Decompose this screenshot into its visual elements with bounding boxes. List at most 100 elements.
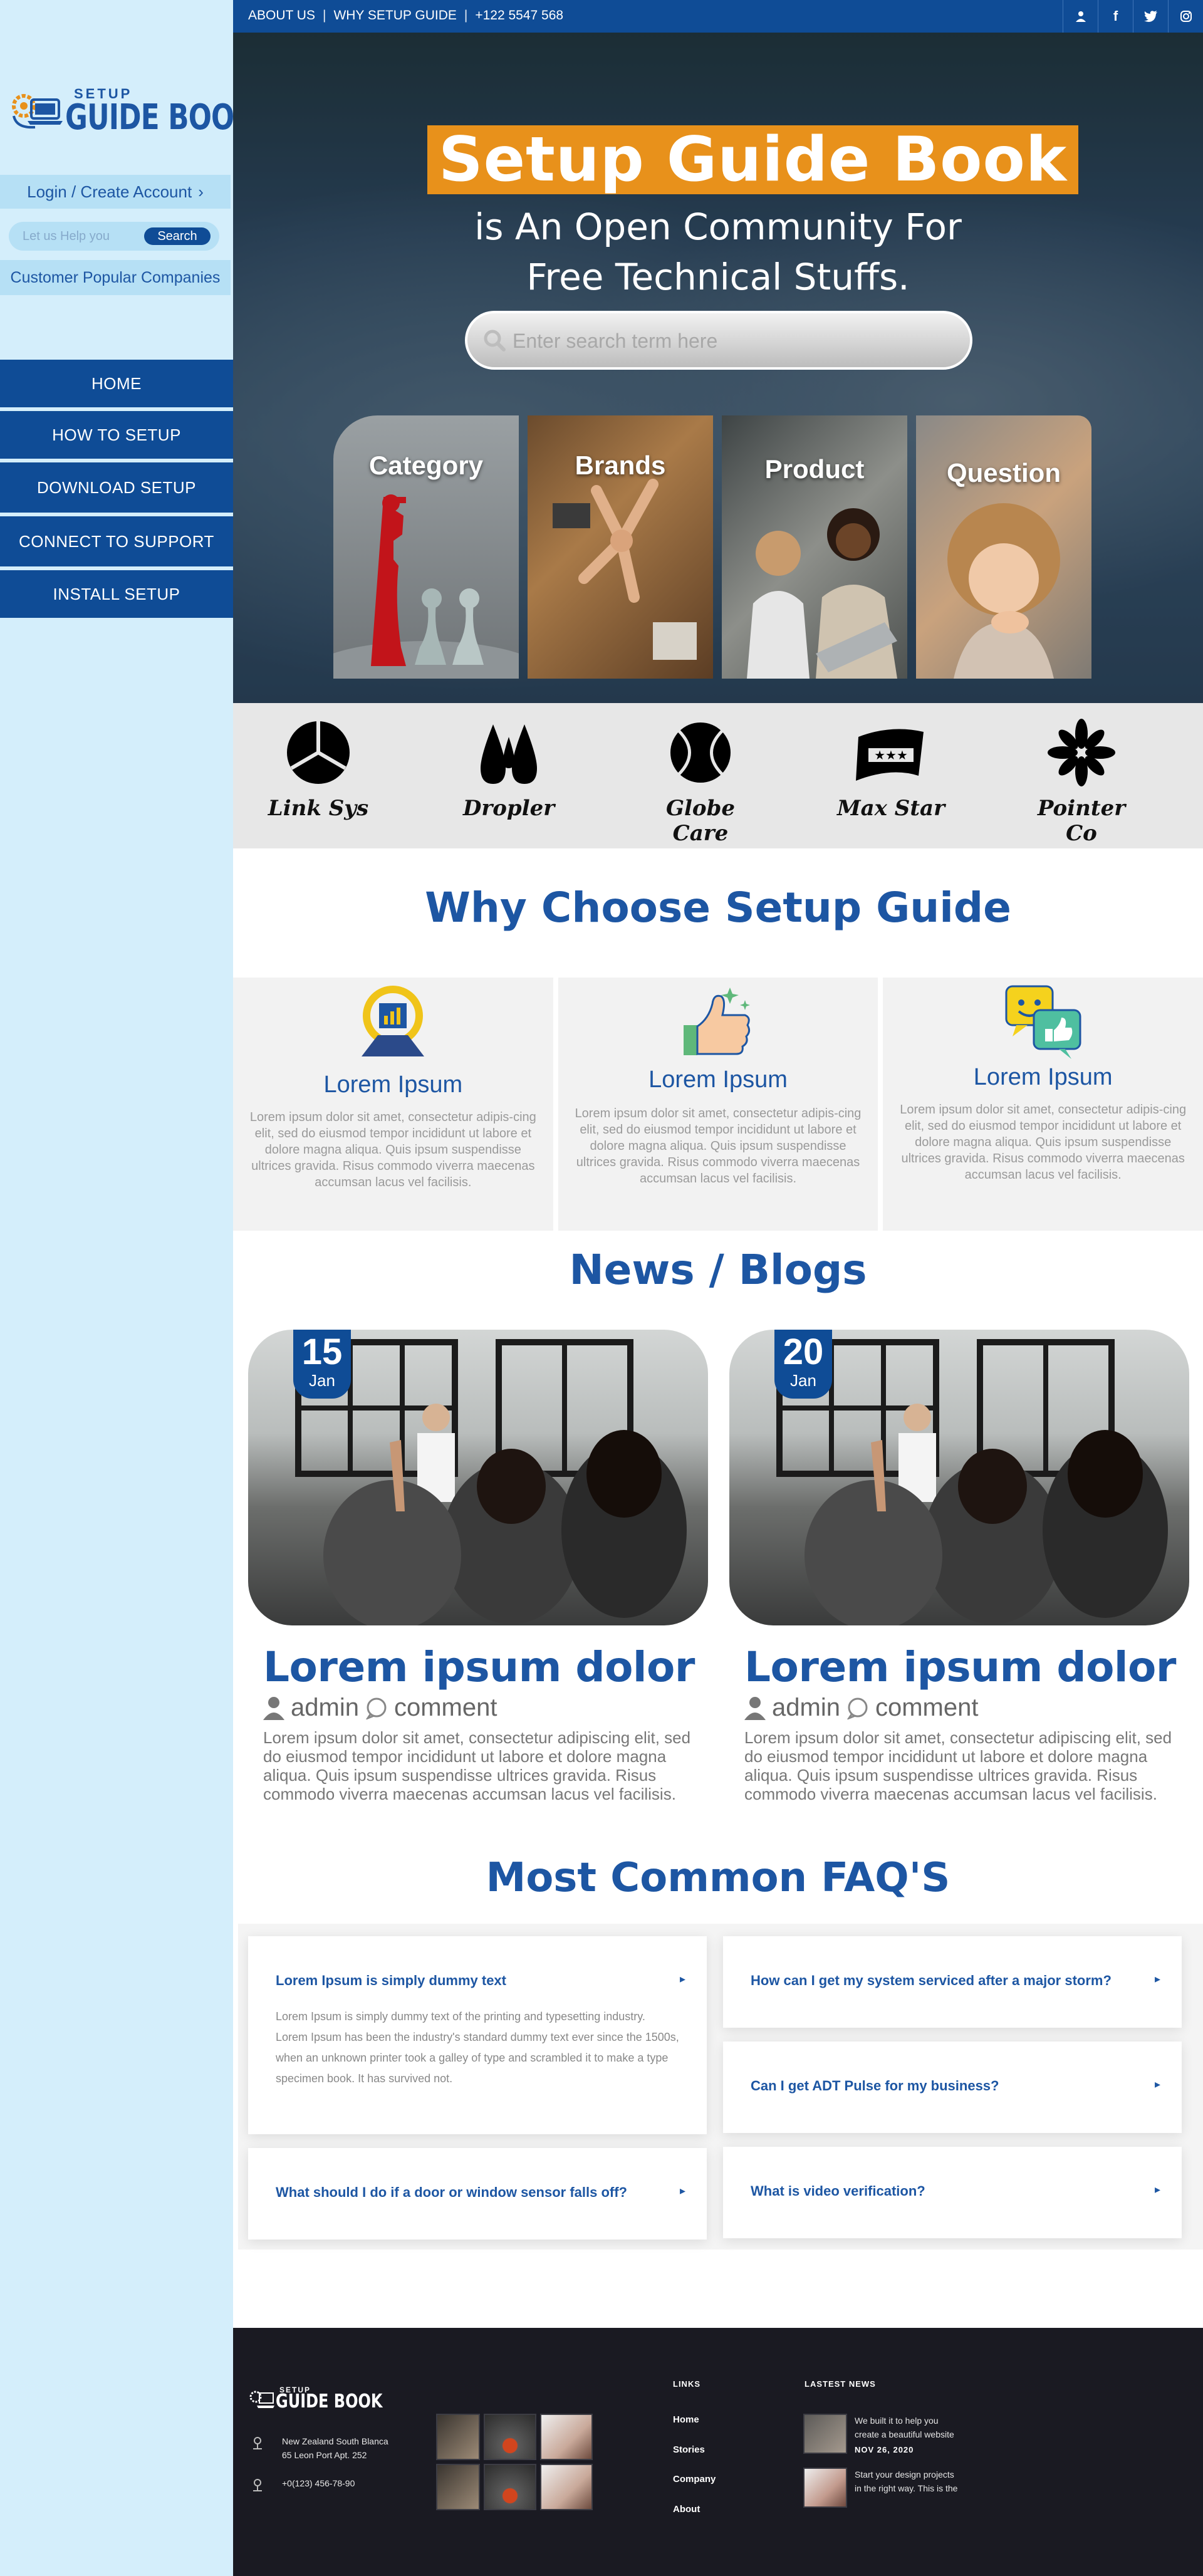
news-thumb[interactable] [803, 2468, 847, 2508]
footer-logo[interactable]: SETUP GUIDE BOOK [248, 2386, 382, 2414]
footer-logo-big: GUIDE BOOK [276, 2391, 383, 2412]
logo[interactable]: SETUP GUIDE BOOK [10, 78, 255, 141]
sidebar-search: Search [9, 222, 219, 251]
gallery-thumb[interactable] [540, 2414, 593, 2460]
hands-teamwork-image [553, 479, 697, 660]
map-pin-icon [253, 2437, 262, 2449]
caret-right-icon[interactable]: ▸ [680, 1973, 685, 1986]
news-line-2: create a beautiful website [855, 2429, 954, 2439]
chart-coin-icon [362, 986, 425, 1056]
user-icon[interactable] [1063, 0, 1098, 33]
instagram-icon[interactable] [1168, 0, 1203, 33]
feature-text: Lorem ipsum dolor sit amet, consectetur … [249, 1110, 536, 1189]
blog-post-image[interactable]: 20 Jan [729, 1330, 1189, 1625]
brand-link-sys[interactable]: Link Sys [256, 718, 381, 821]
product-card[interactable]: Product [722, 415, 907, 679]
feature-text: Lorem ipsum dolor sit amet, consectetur … [575, 1107, 862, 1186]
footer-link-stories[interactable]: Stories [673, 2444, 705, 2455]
author-name[interactable]: admin [291, 1694, 359, 1722]
nav-connect-to-support[interactable]: CONNECT TO SUPPORT [0, 516, 233, 566]
faq-question[interactable]: What is video verification? [751, 2183, 1144, 2199]
stars-banner-logo-icon: ★★★ [856, 729, 924, 781]
gallery-thumb[interactable] [436, 2414, 480, 2460]
brand-max-star[interactable]: ★★★ Max Star [828, 718, 954, 821]
gallery-thumb[interactable] [436, 2464, 480, 2510]
chess-pieces-image [333, 494, 519, 679]
brands-card[interactable]: Brands [528, 415, 713, 679]
chevron-right-icon: › [198, 182, 204, 201]
brand-dropler[interactable]: Dropler [446, 718, 571, 821]
nav-install-setup[interactable]: INSTALL SETUP [0, 570, 233, 618]
phone-number[interactable]: +0(123) 456-78-90 [282, 2476, 355, 2490]
faq-question[interactable]: How can I get my system serviced after a… [751, 1973, 1144, 1989]
comment-icon [365, 1697, 387, 1719]
phone-number[interactable]: +122 5547 568 [475, 8, 563, 23]
date-month: Jan [790, 1371, 816, 1390]
news-blogs-title: News / Blogs [569, 1246, 867, 1294]
footer-link-company[interactable]: Company [673, 2474, 716, 2485]
blog-post[interactable]: 20 Jan Lorem ipsum dolor admin comment L… [729, 1330, 1189, 1803]
footer-link-home[interactable]: Home [673, 2414, 699, 2425]
gallery-thumb[interactable] [540, 2464, 593, 2510]
question-card[interactable]: Question [916, 415, 1091, 679]
hero-search-input[interactable] [513, 327, 939, 355]
gallery-thumb[interactable] [484, 2414, 536, 2460]
top-links: ABOUT US | WHY SETUP GUIDE | +122 5547 5… [248, 8, 563, 23]
faq-question[interactable]: What should I do if a door or window sen… [276, 2184, 669, 2201]
faq-item-expanded[interactable]: Lorem Ipsum is simply dummy text ▸ Lorem… [248, 1936, 707, 2134]
faq-item[interactable]: How can I get my system serviced after a… [723, 1936, 1182, 2028]
footer-link-about[interactable]: About [673, 2504, 700, 2515]
faq-item[interactable]: Can I get ADT Pulse for my business? ▸ [723, 2042, 1182, 2133]
separator: | [322, 8, 326, 23]
faq-item[interactable]: What is video verification? ▸ [723, 2147, 1182, 2238]
faq-question[interactable]: Can I get ADT Pulse for my business? [751, 2078, 1144, 2094]
sidebar-nav: HOME HOW TO SETUP DOWNLOAD SETUP CONNECT… [0, 360, 233, 622]
brand-globe-care[interactable]: Globe Care [638, 718, 763, 846]
people-laptop-image [747, 508, 897, 679]
caret-right-icon[interactable]: ▸ [1155, 1973, 1160, 1986]
about-us-link[interactable]: ABOUT US [248, 8, 315, 23]
feature-card: Lorem Ipsum Lorem ipsum dolor sit amet, … [233, 978, 553, 1231]
twitter-icon[interactable] [1133, 0, 1168, 33]
customer-popular-companies-link[interactable]: Customer Popular Companies [0, 260, 231, 295]
chat-feedback-icon [1005, 985, 1081, 1059]
tri-circle-logo-icon [287, 721, 350, 784]
comment-link[interactable]: comment [394, 1694, 497, 1722]
brand-name: Pointer Co [1037, 796, 1126, 846]
comment-link[interactable]: comment [875, 1694, 979, 1722]
nav-download-setup[interactable]: DOWNLOAD SETUP [0, 462, 233, 513]
caret-right-icon[interactable]: ▸ [1155, 2078, 1160, 2091]
nav-how-to-setup[interactable]: HOW TO SETUP [0, 411, 233, 459]
blog-post-image[interactable]: 15 Jan [248, 1330, 708, 1625]
feature-title: Lorem Ipsum [648, 1066, 788, 1093]
category-card[interactable]: Category [333, 415, 519, 679]
category-cards: Category Brands Product Question [333, 415, 1091, 679]
login-create-account-link[interactable]: Login / Create Account › [0, 175, 231, 209]
why-choose-title: Why Choose Setup Guide [425, 884, 1011, 932]
brand-pointer-co[interactable]: Pointer Co [1019, 718, 1144, 846]
blog-post-title[interactable]: Lorem ipsum dolor [744, 1643, 1189, 1691]
nav-home[interactable]: HOME [0, 360, 233, 407]
faq-item[interactable]: What should I do if a door or window sen… [248, 2148, 707, 2240]
latest-news-heading: LASTEST NEWS [805, 2379, 876, 2389]
sidebar-search-button[interactable]: Search [144, 227, 211, 245]
feature-card: Lorem Ipsum Lorem ipsum dolor sit amet, … [883, 978, 1203, 1231]
news-thumb[interactable] [803, 2414, 847, 2454]
gallery-thumb[interactable] [484, 2464, 536, 2510]
author-name[interactable]: admin [772, 1694, 840, 1722]
date-badge: 15 Jan [293, 1330, 351, 1399]
news-line-2: in the right way. This is the [855, 2483, 958, 2493]
why-setup-guide-link[interactable]: WHY SETUP GUIDE [333, 8, 456, 23]
caret-right-icon[interactable]: ▸ [1155, 2183, 1160, 2196]
blog-post-title[interactable]: Lorem ipsum dolor [263, 1643, 708, 1691]
facebook-icon[interactable]: f [1098, 0, 1133, 33]
faq-question[interactable]: Lorem Ipsum is simply dummy text [276, 1973, 669, 1989]
date-day: 20 [783, 1332, 824, 1372]
top-bar: ABOUT US | WHY SETUP GUIDE | +122 5547 5… [233, 0, 1203, 33]
date-badge: 20 Jan [774, 1330, 832, 1399]
date-day: 15 [301, 1332, 343, 1372]
caret-right-icon[interactable]: ▸ [680, 2184, 685, 2198]
footer-gallery [436, 2414, 596, 2510]
blog-post[interactable]: 15 Jan Lorem ipsum dolor admin comment L… [248, 1330, 708, 1803]
sidebar-search-input[interactable] [23, 227, 148, 246]
